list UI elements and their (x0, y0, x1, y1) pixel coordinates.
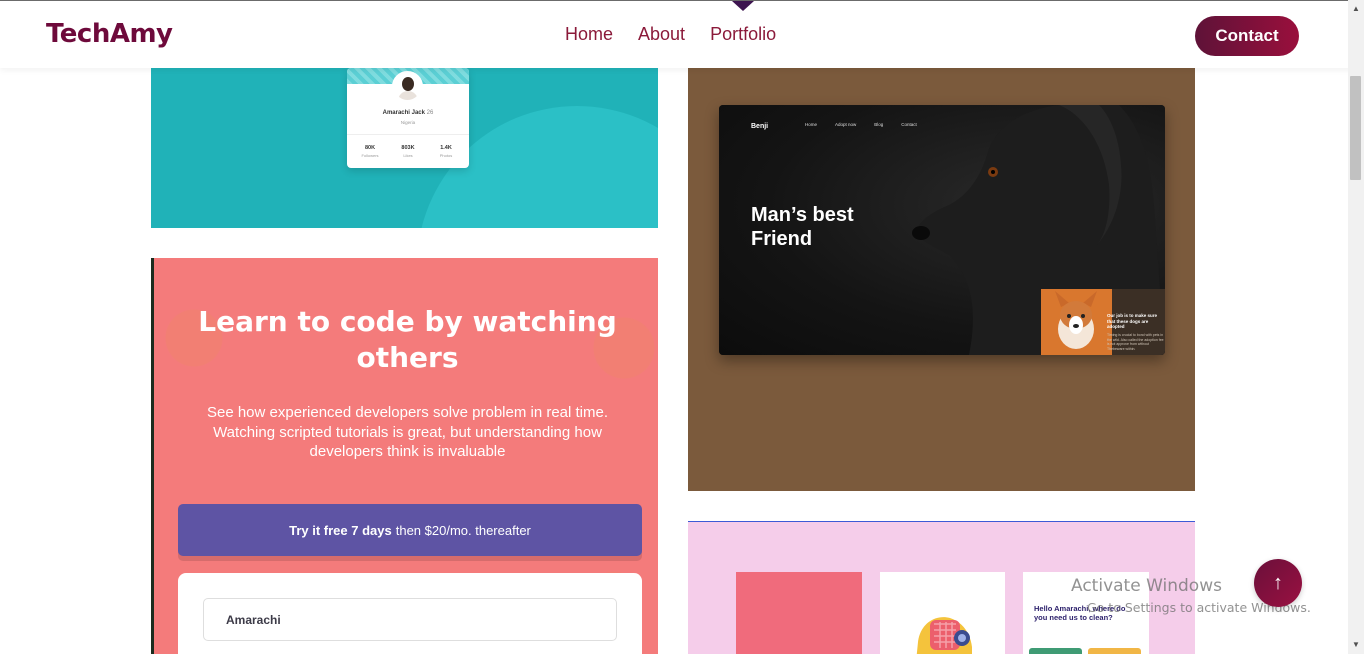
option-button-green[interactable] (1029, 648, 1082, 654)
portfolio-item-profile-card[interactable]: Amarachi Jack 26 Nigeria 80K Followers 8… (151, 68, 658, 228)
nav-about-link[interactable]: About (638, 24, 685, 45)
site-logo[interactable]: TechAmy (46, 19, 173, 49)
first-name-input[interactable]: Amarachi (203, 598, 617, 641)
trial-rest-text: then $20/mo. thereafter (395, 522, 531, 538)
portfolio-item-dog-adoption[interactable]: Benji Home Adopt now Blog Contact Man’s … (688, 68, 1195, 491)
puppy-card: Our job is to make sure that these dogs … (1041, 289, 1165, 355)
portfolio-item-learn-to-code[interactable]: Learn to code by watching others See how… (151, 258, 658, 654)
page-scrollbar[interactable]: ▲ ▼ (1348, 0, 1364, 654)
nav-portfolio-link[interactable]: Portfolio (710, 24, 776, 45)
profile-card-preview: Amarachi Jack 26 Nigeria 80K Followers 8… (347, 68, 469, 168)
illustration-panel (880, 572, 1005, 654)
contact-button[interactable]: Contact (1195, 16, 1299, 56)
puppy-image (1041, 289, 1112, 355)
learn-description: See how experienced developers solve pro… (206, 404, 609, 460)
scroll-down-icon[interactable]: ▼ (1352, 640, 1360, 649)
puppy-description: Timing is crucial to bond with pets in t… (1107, 333, 1164, 351)
nav-active-indicator (732, 1, 754, 11)
trial-bold-text: Try it free 7 days (289, 522, 392, 538)
pink-panel (736, 572, 862, 654)
arrow-up-icon[interactable]: ↑ (1254, 559, 1302, 607)
site-header: TechAmy Home About Portfolio Contact (0, 0, 1364, 68)
main-nav: Home About Portfolio (565, 24, 776, 45)
puppy-caption: Our job is to make sure that these dogs … (1107, 313, 1158, 329)
profile-name: Amarachi Jack 26 (382, 110, 434, 116)
signup-form: Amarachi (178, 573, 642, 654)
profile-divider (347, 134, 469, 135)
nav-home-link[interactable]: Home (565, 24, 613, 45)
free-trial-banner[interactable]: Try it free 7 days then $20/mo. thereaft… (178, 504, 642, 556)
dog-site-preview: Benji Home Adopt now Blog Contact Man’s … (719, 105, 1165, 355)
option-button-yellow[interactable] (1088, 648, 1141, 654)
scroll-up-icon[interactable]: ▲ (1352, 4, 1360, 13)
stat-photos: 1.4K Photos (439, 145, 453, 158)
dog-site-title: Man’s best Friend (751, 204, 854, 250)
learn-title: Learn to code by watching others (198, 305, 617, 374)
dog-site-nav: Home Adopt now Blog Contact (805, 122, 917, 127)
stat-followers: 80K Followers (361, 145, 379, 158)
profile-location: Nigeria (400, 120, 416, 125)
dog-site-logo: Benji (751, 123, 769, 130)
cleaning-illustration (916, 617, 972, 654)
profile-stats: 80K Followers 803K Likes 1.4K Photos (355, 145, 461, 158)
scroll-thumb[interactable] (1350, 76, 1361, 180)
stat-likes: 803K Likes (401, 145, 415, 158)
avatar (392, 71, 423, 102)
